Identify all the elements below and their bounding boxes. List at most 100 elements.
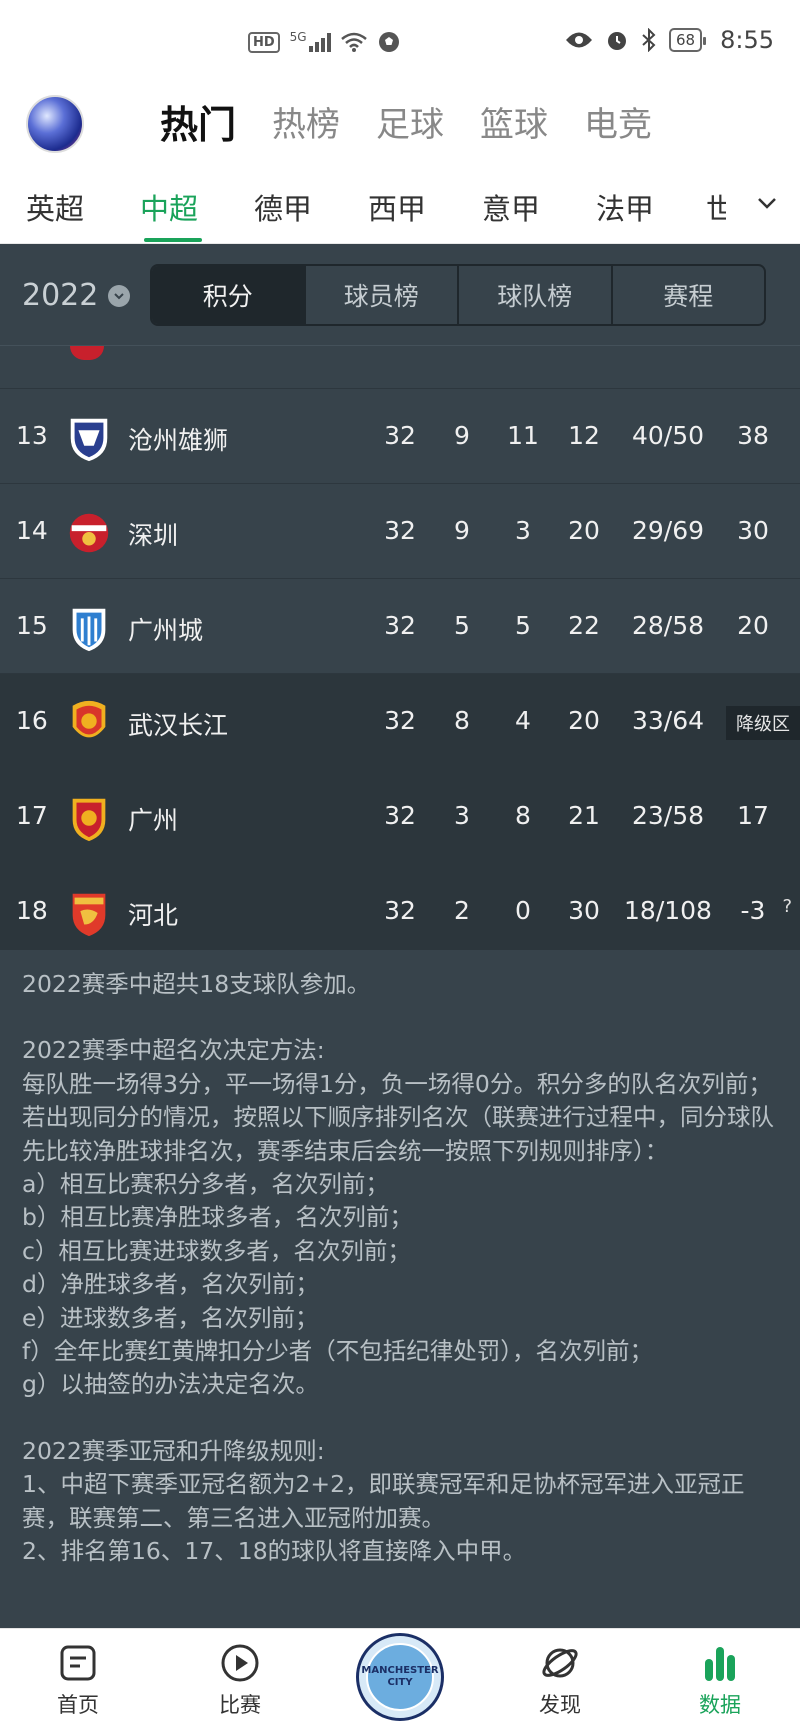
team-logo [70,418,108,462]
rules-item: c）相互比赛进球数多者，名次列前； [22,1236,411,1265]
points: 38 [737,421,769,450]
top-nav-tab[interactable]: 热门 [160,94,236,149]
rules-paragraph: 每队胜一场得3分，平一场得1分，负一场得0分。积分多的队名次列前；若出现同分的情… [22,1069,774,1165]
league-tab-partial[interactable]: 世 [706,186,726,228]
league-tab[interactable]: 英超 [26,186,140,228]
top-nav: 热门 热榜 足球 篮球 电竞 [0,90,800,168]
year-selector[interactable]: 2022 [22,278,131,313]
rules-item: d）净胜球多者，名次列前； [22,1270,319,1299]
table-row[interactable]: 17 广州 32 3 8 21 23/58 17 [0,769,800,864]
rules-item: b）相互比赛净胜球多者，名次列前； [22,1203,413,1232]
wins: 8 [454,706,470,735]
clock: 8:55 [720,26,774,54]
rank: 18 [16,896,48,925]
eye-icon [566,32,592,48]
bottom-nav: 首页 比赛 MANCHESTER CITY 发现 数据 [0,1628,800,1732]
info-icon[interactable]: ? [782,896,792,917]
segment-tab[interactable]: 球队榜 [459,266,613,324]
chevron-down-icon [108,284,131,307]
losses: 20 [568,706,600,735]
wifi-icon [340,32,367,52]
points: 30 [737,516,769,545]
league-tabs-bar: 英超 中超 德甲 西甲 意甲 法甲 世 [0,168,800,244]
segment-tab[interactable]: 赛程 [613,266,765,324]
points: 20 [737,611,769,640]
played: 32 [384,706,416,735]
avatar[interactable] [26,95,84,153]
table-row[interactable]: 15 广州城 32 5 5 22 28/58 20 [0,579,800,674]
standings-table: 13 沧州雄狮 32 9 11 12 40/50 38 14 深圳 32 9 3 20 29/69 30 15 广… [0,346,800,959]
rank: 15 [16,611,48,640]
bottom-nav-label: 比赛 [219,1693,261,1717]
rules-section-title: 2022赛季中超名次决定方法: [22,1036,325,1065]
bottom-nav-discover[interactable]: 发现 [510,1643,610,1719]
bluetooth-icon [642,28,656,52]
team-logo [72,893,106,937]
goals: 28/58 [631,611,705,640]
status-bar: HD 5G 68 8:55 [0,0,800,90]
team-logo [72,798,106,842]
team-logo [70,346,104,360]
segment-control: 积分 球员榜 球队榜 赛程 [150,264,766,326]
network-label: 5G [289,30,307,44]
team-name: 广州城 [128,616,204,645]
bottom-nav-match[interactable]: 比赛 [190,1643,290,1719]
man-city-badge-icon: MANCHESTER CITY [361,1643,439,1711]
table-row[interactable]: 16武汉长江32842033/6419?降级区 [0,674,800,769]
league-tab[interactable]: 法甲 [596,186,710,228]
standings-panel: 2022 积分 球员榜 球队榜 赛程 13 沧州雄狮 32 9 11 12 40/50 38 14 深圳… [0,244,800,1628]
points: -3 [740,896,766,925]
top-nav-tab[interactable]: 电竞 [584,97,652,146]
rules-section-title: 2022赛季亚冠和升降级规则: [22,1436,325,1465]
wins: 9 [454,516,470,545]
league-tab[interactable]: 德甲 [254,186,368,228]
top-nav-tab[interactable]: 篮球 [480,97,548,146]
top-nav-tab[interactable]: 足球 [376,97,444,146]
draws: 5 [515,611,531,640]
goals: 29/69 [631,516,705,545]
played: 32 [384,611,416,640]
table-row[interactable]: 13 沧州雄狮 32 9 11 12 40/50 38 [0,389,800,484]
team-name: 沧州雄狮 [128,426,229,455]
points: 17 [737,801,769,830]
status-left-icons: HD 5G [248,30,401,54]
goals: 40/50 [631,421,705,450]
club-badge-button[interactable]: MANCHESTER CITY [356,1633,444,1721]
league-tab[interactable]: 意甲 [482,186,596,228]
losses: 20 [568,516,600,545]
played: 32 [384,896,416,925]
draws: 3 [515,516,531,545]
segment-tab[interactable]: 球员榜 [306,266,459,324]
rules-item: 1、中超下赛季亚冠名额为2+2，即联赛冠军和足协杯冠军进入亚冠正赛，联赛第二、第… [22,1470,745,1532]
league-tabs: 英超 中超 德甲 西甲 意甲 法甲 [26,186,710,242]
league-tab[interactable]: 西甲 [368,186,482,228]
football-icon [378,32,399,52]
losses: 30 [568,896,600,925]
alarm-icon [608,32,626,50]
rank: 13 [16,421,48,450]
chevron-down-icon[interactable] [756,192,778,214]
top-nav-tab[interactable]: 热榜 [272,97,340,146]
team-name: 武汉长江 [128,711,229,740]
bottom-nav-home[interactable]: 首页 [28,1643,128,1719]
league-tab[interactable]: 中超 [140,186,254,242]
goals: 23/58 [631,801,705,830]
losses: 22 [568,611,600,640]
table-row[interactable]: 14 深圳 32 9 3 20 29/69 30 [0,484,800,579]
planet-icon [542,1648,578,1678]
rules-item: e）进球数多者，名次列前； [22,1303,319,1332]
filter-bar: 2022 积分 球员榜 球队榜 赛程 [0,244,800,346]
rules-line: 2022赛季中超共18支球队参加。 [22,970,371,998]
bottom-nav-label: 首页 [57,1693,99,1717]
played: 32 [384,516,416,545]
relegation-zone-badge: 降级区 [726,706,800,740]
team-name: 广州 [128,806,179,835]
signal-icon [308,32,331,52]
losses: 21 [568,801,600,830]
team-logo [72,700,106,738]
segment-tab[interactable]: 积分 [152,266,306,324]
wins: 5 [454,611,470,640]
table-row[interactable]: 18 河北 32 2 0 30 18/108 -3? [0,864,800,959]
team-name: 河北 [128,901,179,930]
bottom-nav-data[interactable]: 数据 [670,1643,770,1719]
